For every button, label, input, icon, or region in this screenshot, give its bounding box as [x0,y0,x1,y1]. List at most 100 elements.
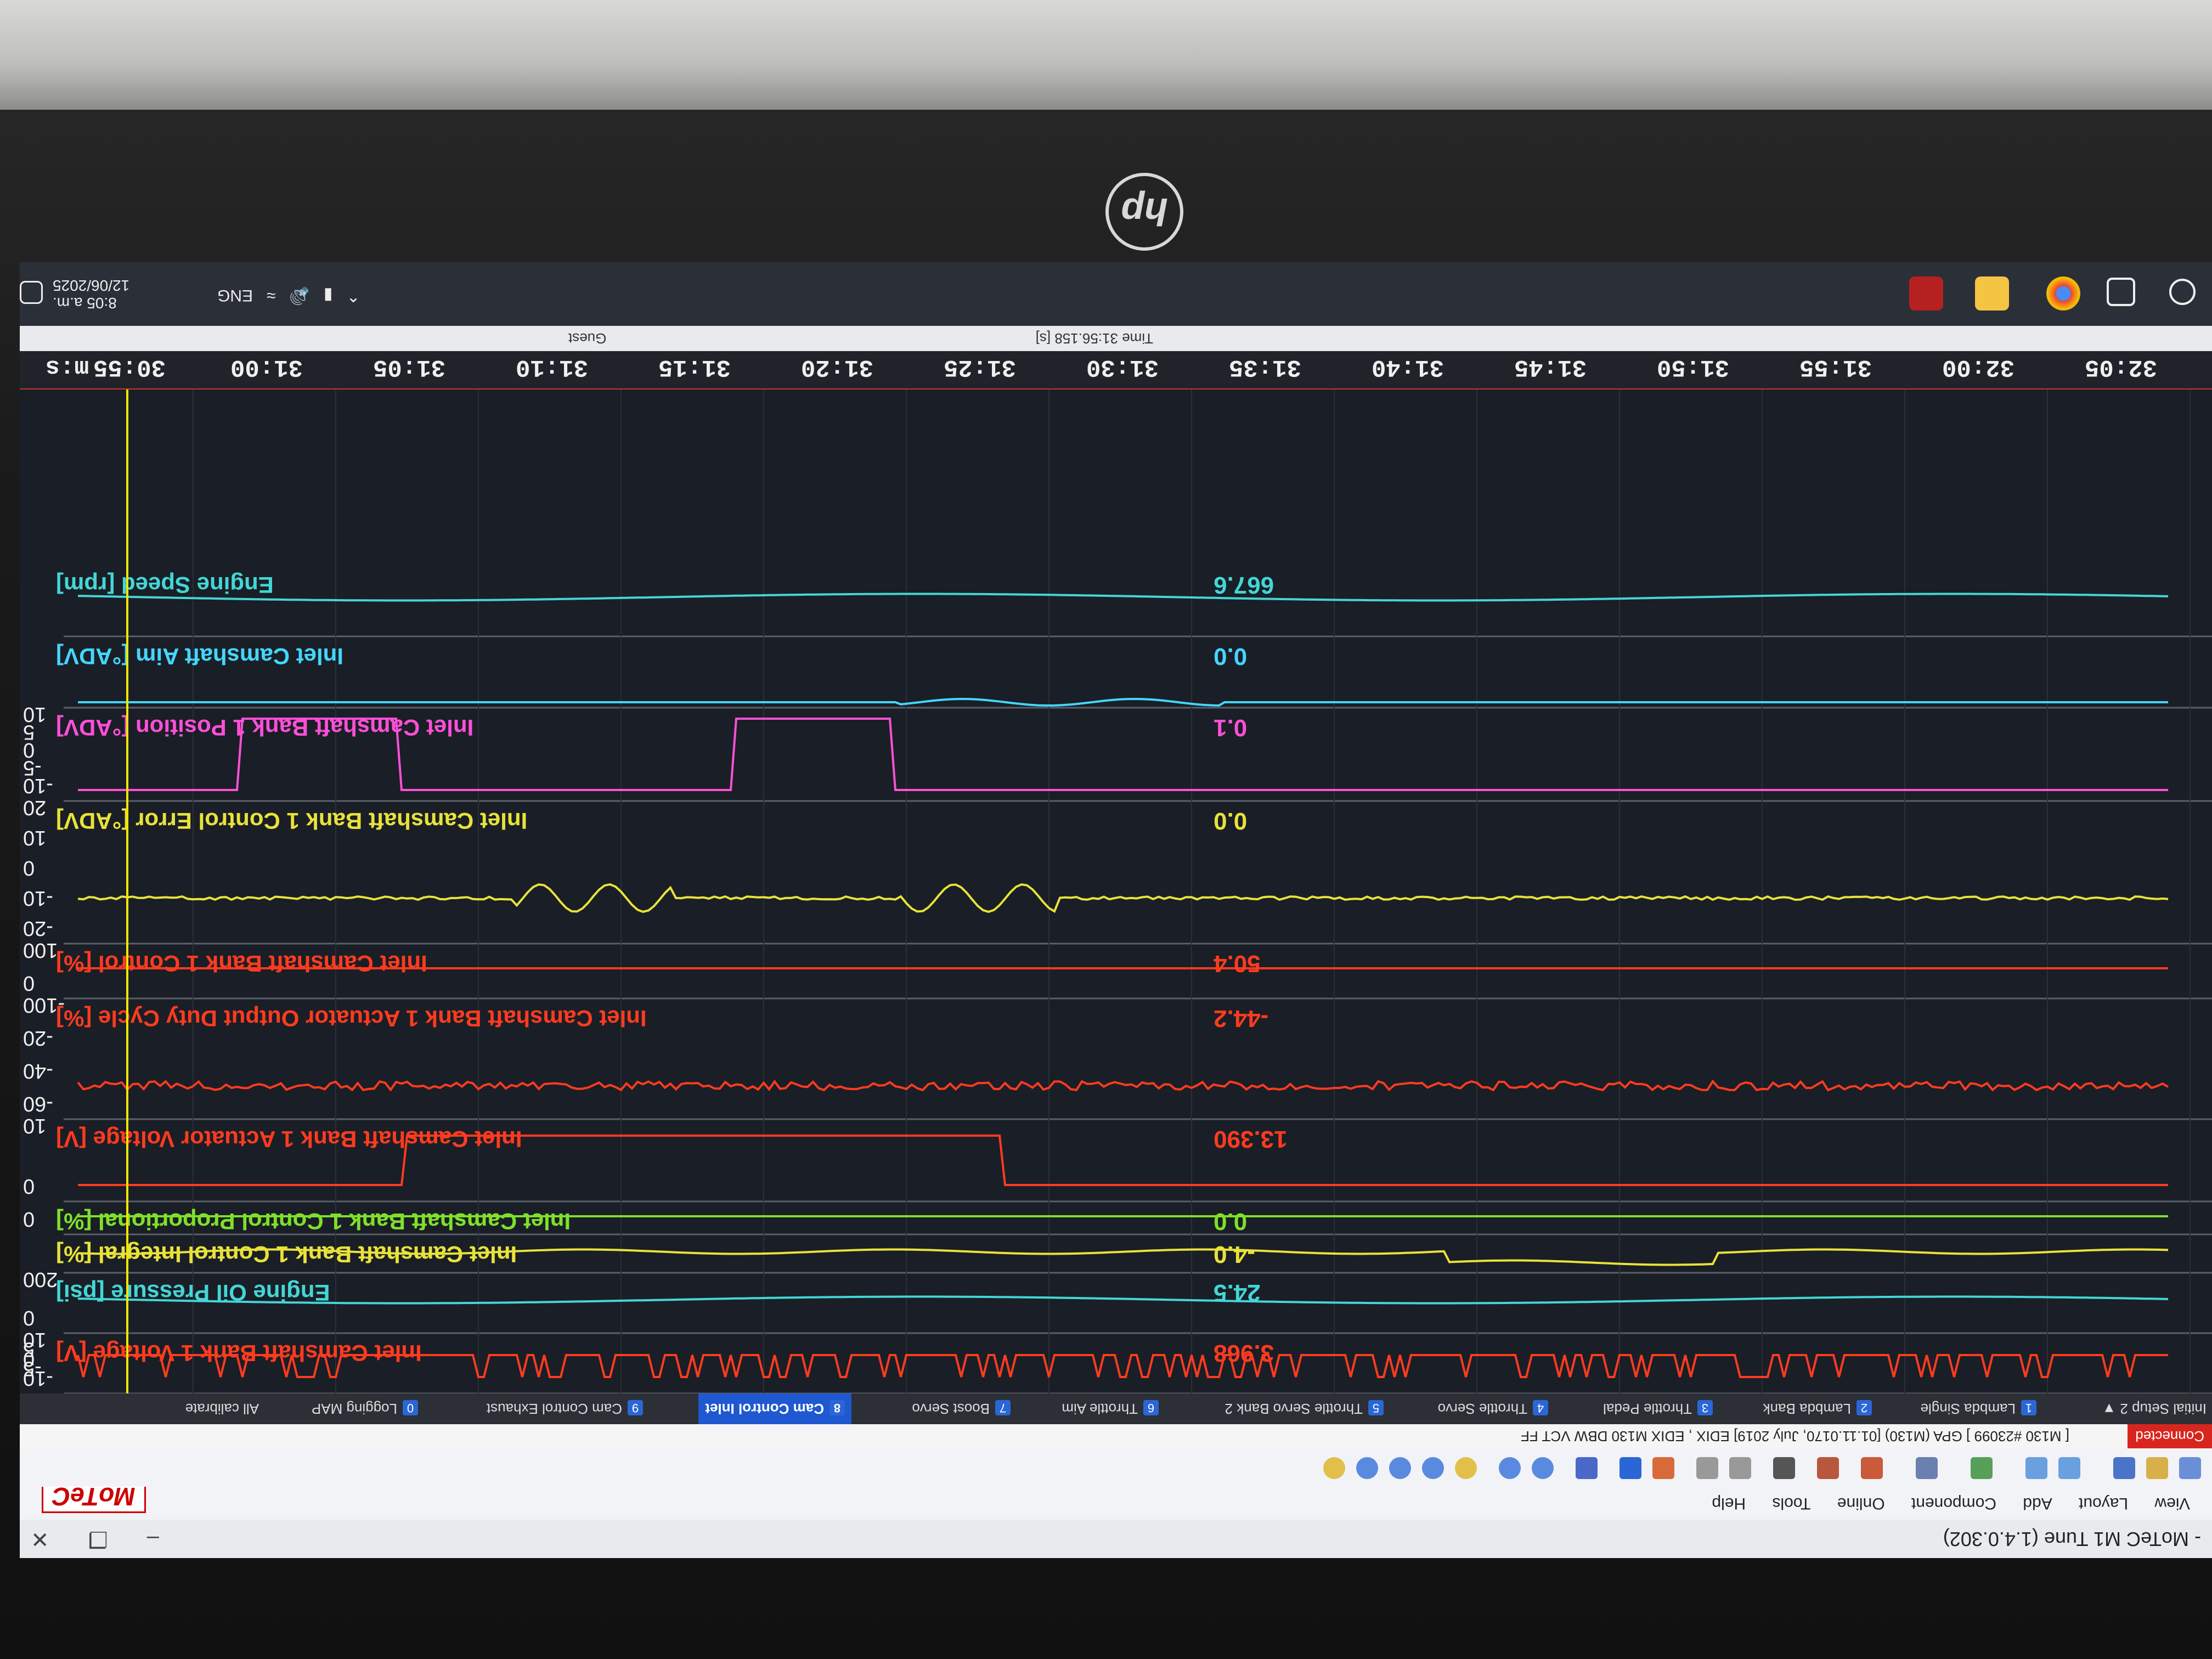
time-axis[interactable]: m:s 30:55 31:00 31:05 31:10 31:15 31:20 … [20,350,2212,390]
tab-throttle-servo[interactable]: 4Throttle Servo [1438,1393,1548,1424]
redo-icon[interactable] [2025,1457,2047,1479]
paste-icon[interactable] [1696,1457,1718,1479]
zoom-out-icon[interactable] [1499,1457,1521,1479]
y-scale-label: -20 [23,917,53,940]
chevron-up-icon[interactable]: ⌃ [346,286,360,304]
menu-online[interactable]: Online [1837,1494,1885,1513]
tab-logging-map[interactable]: 0Logging MAP [312,1393,418,1424]
chrome-icon[interactable] [2046,276,2080,311]
window-title: - MoTeC M1 Tune (1.4.0.302) [1943,1528,2201,1550]
zoom-y-icon[interactable] [1389,1457,1411,1479]
menu-layout[interactable]: Layout [2079,1494,2128,1513]
zoom-x-icon[interactable] [1422,1457,1444,1479]
tab-throttle-pedal[interactable]: 3Throttle Pedal [1603,1393,1713,1424]
task-view-icon[interactable] [2107,278,2135,306]
restore-icon[interactable]: ❐ [88,1527,108,1551]
y-scale-label: 0 [23,1175,35,1198]
tick-label: 31:25 [943,353,1016,381]
clock-time: 8:05 a.m. [53,295,117,312]
clock-date: 12/06/2025 [53,277,130,294]
channel-value: 667.6 [1214,572,1274,599]
time-readout-bar: Time 31:56.158 [s] Guest [20,326,2212,351]
connect-icon[interactable] [1971,1457,1993,1479]
save-icon[interactable] [2113,1457,2135,1479]
calibrate-icon[interactable] [1652,1457,1674,1479]
zoom-reset-icon[interactable] [1356,1457,1378,1479]
close-icon[interactable]: ✕ [31,1527,49,1551]
menu-component[interactable]: Component [1911,1494,1996,1513]
channel-trace[interactable] [77,592,2169,602]
channel-trace[interactable] [77,1079,2169,1092]
y-scale-label: 10 [23,826,46,849]
tab-lambda-bank[interactable]: 2Lambda Bank [1763,1393,1872,1424]
title-bar: - MoTeC M1 Tune (1.4.0.302) – ❐ ✕ [20,1520,2212,1558]
tick-label: 30:55 [93,353,166,381]
tick-label: 31:45 [1514,353,1587,381]
channel-trace[interactable] [77,1295,2169,1305]
menu-help[interactable]: Help [1712,1494,1746,1513]
table-icon[interactable] [1817,1457,1839,1479]
open-icon[interactable] [2146,1457,2168,1479]
channel-value: 0.0 [1214,1208,1247,1235]
channel-label: Inlet Camshaft Bank 1 Control Integral [… [56,1242,517,1267]
menu-bar: View Layout Add Component Online Tools H… [20,1480,2212,1520]
channel-value: 0.1 [1214,714,1247,741]
y-scale-label: -20 [23,1026,53,1049]
wifi-icon[interactable]: ≈ [267,286,275,304]
pause-icon[interactable] [1916,1457,1938,1479]
tab-throttle-aim[interactable]: 6Throttle Aim [1062,1393,1159,1424]
y-scale-label: 200 [23,1268,58,1291]
tab-cam-control-inlet[interactable]: 8Cam Control Inlet [698,1393,851,1424]
time-plot[interactable]: Inlet Camshaft Bank 1 Voltage [V] 3.968 -1… [20,390,2212,1395]
motec-app-icon[interactable] [1909,276,1943,311]
file-explorer-icon[interactable] [1975,276,2009,311]
volume-icon[interactable]: 🔊 [290,286,310,304]
undo-icon[interactable] [2058,1457,2080,1479]
tab-initial-setup-2[interactable]: Initial Setup 2 ▼ [2102,1393,2207,1424]
channel-trace[interactable] [78,697,2168,707]
copy-icon[interactable] [1729,1457,1751,1479]
channel-label: Inlet Camshaft Bank 1 Actuator Voltage [… [56,1126,522,1152]
zoom-all-icon[interactable] [1323,1457,1345,1479]
stop-icon[interactable] [1576,1457,1598,1479]
language-indicator[interactable]: ENG [217,286,253,304]
tab-boost-servo[interactable]: 7Boost Servo [912,1393,1011,1424]
menu-view[interactable]: View [2155,1494,2190,1513]
time-readout: Time 31:56.158 [s] [1035,330,1153,347]
zoom-in-icon[interactable] [1532,1457,1554,1479]
y-scale-label: -40 [23,1059,53,1082]
channel-trace[interactable] [77,883,2169,913]
minimize-icon[interactable]: – [147,1527,159,1551]
person-icon[interactable] [1773,1457,1795,1479]
worksheet-tabs: Initial Setup 2 ▼ 1Lambda Single 2Lambda… [20,1393,2212,1424]
channel-label: Engine Speed [rpm] [56,572,274,598]
tick-label: 31:20 [800,353,873,381]
layout-icon[interactable] [1620,1457,1641,1479]
zoom-fit-icon[interactable] [1455,1457,1477,1479]
plot-graph[interactable]: Inlet Camshaft Bank 1 Voltage [V] 3.968 -1… [20,390,2212,1395]
grid-icon[interactable] [1861,1457,1883,1479]
tick-label: 31:30 [1086,353,1159,381]
tick-label: 31:00 [230,353,303,381]
system-tray: ⌃ ▮ 🔊 ≈ ENG [217,286,360,305]
channel-label: Inlet Camshaft Bank 1 Control Proportion… [56,1209,571,1234]
tab-lambda-single[interactable]: 1Lambda Single [1921,1393,2036,1424]
channel-label: Inlet Camshaft Bank 1 Voltage [V] [56,1340,422,1366]
channel-value: 0.0 [1214,643,1247,670]
y-scale-label: 0 [23,1306,35,1329]
channel-label: Inlet Camshaft Bank 1 Control [%] [56,951,427,977]
menu-add[interactable]: Add [2023,1494,2052,1513]
channel-value: -4.0 [1214,1241,1255,1268]
tab-throttle-servo-bank-2[interactable]: 5Throttle Servo Bank 2 [1225,1393,1384,1424]
search-icon[interactable] [2169,279,2196,305]
clock[interactable]: 8:05 a.m. 12/06/2025 [53,276,129,312]
channel-label: Inlet Camshaft Bank 1 Position [°ADV] [56,715,473,741]
tick-label: 31:55 [1799,353,1872,381]
tick-label: 31:15 [658,353,731,381]
notification-icon[interactable] [20,281,43,304]
tab-all-calibrate[interactable]: All calibrate [185,1393,259,1424]
menu-tools[interactable]: Tools [1772,1494,1810,1513]
new-icon[interactable] [2179,1457,2201,1479]
tab-cam-control-exhaust[interactable]: 9Cam Control Exhaust [487,1393,643,1424]
battery-icon[interactable]: ▮ [324,286,333,304]
